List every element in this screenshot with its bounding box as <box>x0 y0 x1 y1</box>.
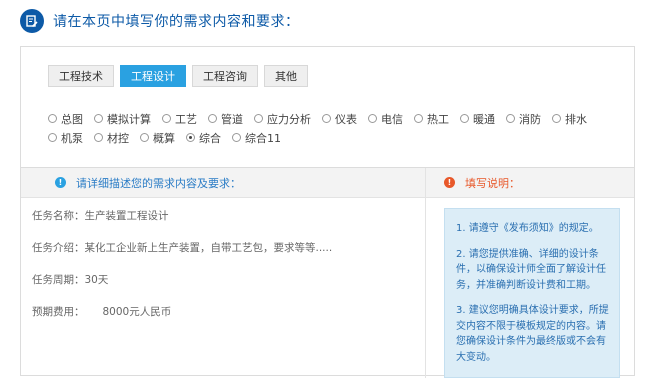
task-name-value[interactable]: 生产装置工程设计 <box>85 208 169 223</box>
instructions-heading: ! 填写说明： <box>426 168 634 198</box>
task-period-label: 任务周期： <box>32 274 85 286</box>
radio-option-selected[interactable]: 综合 <box>186 130 221 146</box>
radio-button-checked-icon[interactable] <box>186 133 195 142</box>
task-intro-field[interactable]: 任务介绍： 某化工企业新上生产装置，自带工艺包，要求等等..... <box>32 240 425 272</box>
radio-option[interactable]: 暖通 <box>460 111 495 127</box>
radio-row-2: 机泵 材控 概算 综合 综合11 <box>48 128 628 147</box>
page-title: 请在本页中填写你的需求内容和要求： <box>53 14 300 30</box>
radio-option[interactable]: 仪表 <box>322 111 357 127</box>
requirement-form-panel: 工程技术 工程设计 工程咨询 其他 总图 模拟计算 工艺 管道 应力分析 仪表 … <box>20 46 635 378</box>
tab-engineering-tech[interactable]: 工程技术 <box>48 65 114 87</box>
discipline-radio-group: 总图 模拟计算 工艺 管道 应力分析 仪表 电信 热工 暖通 消防 排水 机泵 … <box>48 109 628 147</box>
details-section: ! 请详细描述您的需求内容及要求： 任务名称： 生产装置工程设计 任务介绍： 某… <box>21 167 634 378</box>
radio-button-icon[interactable] <box>254 114 263 123</box>
task-intro-value[interactable]: 某化工企业新上生产装置，自带工艺包，要求等等..... <box>85 240 333 255</box>
instructions-box: 1. 请遵守《发布须知》的规定。 2. 请您提供准确、详细的设计条件，以确保设计… <box>444 208 620 378</box>
radio-button-icon[interactable] <box>140 133 149 142</box>
radio-option[interactable]: 模拟计算 <box>94 111 151 127</box>
radio-option[interactable]: 管道 <box>208 111 243 127</box>
radio-button-icon[interactable] <box>162 114 171 123</box>
instructions-column: ! 填写说明： 1. 请遵守《发布须知》的规定。 2. 请您提供准确、详细的设计… <box>426 168 634 378</box>
radio-option[interactable]: 消防 <box>506 111 541 127</box>
radio-option[interactable]: 材控 <box>94 130 129 146</box>
radio-button-icon[interactable] <box>552 114 561 123</box>
edit-document-icon <box>20 9 44 33</box>
tab-engineering-design[interactable]: 工程设计 <box>120 65 186 87</box>
radio-option[interactable]: 排水 <box>552 111 587 127</box>
task-name-field[interactable]: 任务名称： 生产装置工程设计 <box>32 208 425 240</box>
radio-button-icon[interactable] <box>94 133 103 142</box>
instruction-note-3: 3. 建议您明确具体设计要求，所提交内容不限于模板规定的内容。请您确保设计条件为… <box>456 305 609 363</box>
radio-option[interactable]: 电信 <box>368 111 403 127</box>
radio-button-icon[interactable] <box>232 133 241 142</box>
task-period-field[interactable]: 任务周期： 30天 <box>32 272 425 304</box>
requirement-description-column: ! 请详细描述您的需求内容及要求： 任务名称： 生产装置工程设计 任务介绍： 某… <box>21 168 426 378</box>
category-tabs: 工程技术 工程设计 工程咨询 其他 <box>48 65 308 87</box>
instruction-note-2: 2. 请您提供准确、详细的设计条件，以确保设计师全面了解设计任务，并准确判断设计… <box>456 248 606 291</box>
radio-button-icon[interactable] <box>322 114 331 123</box>
radio-button-icon[interactable] <box>48 133 57 142</box>
tab-other[interactable]: 其他 <box>264 65 308 87</box>
expected-fee-field[interactable]: 预期费用： 8000元人民币 <box>32 304 425 336</box>
radio-button-icon[interactable] <box>460 114 469 123</box>
radio-button-icon[interactable] <box>368 114 377 123</box>
radio-option[interactable]: 机泵 <box>48 130 83 146</box>
radio-option[interactable]: 概算 <box>140 130 175 146</box>
task-period-value[interactable]: 30天 <box>85 272 109 287</box>
expected-fee-value[interactable]: 8000元人民币 <box>103 304 172 319</box>
radio-button-icon[interactable] <box>94 114 103 123</box>
radio-option[interactable]: 热工 <box>414 111 449 127</box>
radio-button-icon[interactable] <box>208 114 217 123</box>
requirement-fields: 任务名称： 生产装置工程设计 任务介绍： 某化工企业新上生产装置，自带工艺包，要… <box>21 198 425 336</box>
radio-option[interactable]: 应力分析 <box>254 111 311 127</box>
tab-engineering-consulting[interactable]: 工程咨询 <box>192 65 258 87</box>
instruction-note-1: 1. 请遵守《发布须知》的规定。 <box>456 223 599 234</box>
radio-option[interactable]: 综合11 <box>232 130 281 146</box>
radio-option[interactable]: 总图 <box>48 111 83 127</box>
description-heading: ! 请详细描述您的需求内容及要求： <box>21 168 425 198</box>
info-icon: ! <box>55 177 66 188</box>
task-intro-label: 任务介绍： <box>32 242 85 254</box>
radio-button-icon[interactable] <box>506 114 515 123</box>
radio-option[interactable]: 工艺 <box>162 111 197 127</box>
radio-row-1: 总图 模拟计算 工艺 管道 应力分析 仪表 电信 热工 暖通 消防 排水 <box>48 109 628 128</box>
radio-button-icon[interactable] <box>48 114 57 123</box>
expected-fee-label: 预期费用： <box>32 306 85 318</box>
radio-button-icon[interactable] <box>414 114 423 123</box>
page-header: 请在本页中填写你的需求内容和要求： <box>20 8 300 34</box>
warning-icon: ! <box>444 177 455 188</box>
task-name-label: 任务名称： <box>32 210 85 222</box>
